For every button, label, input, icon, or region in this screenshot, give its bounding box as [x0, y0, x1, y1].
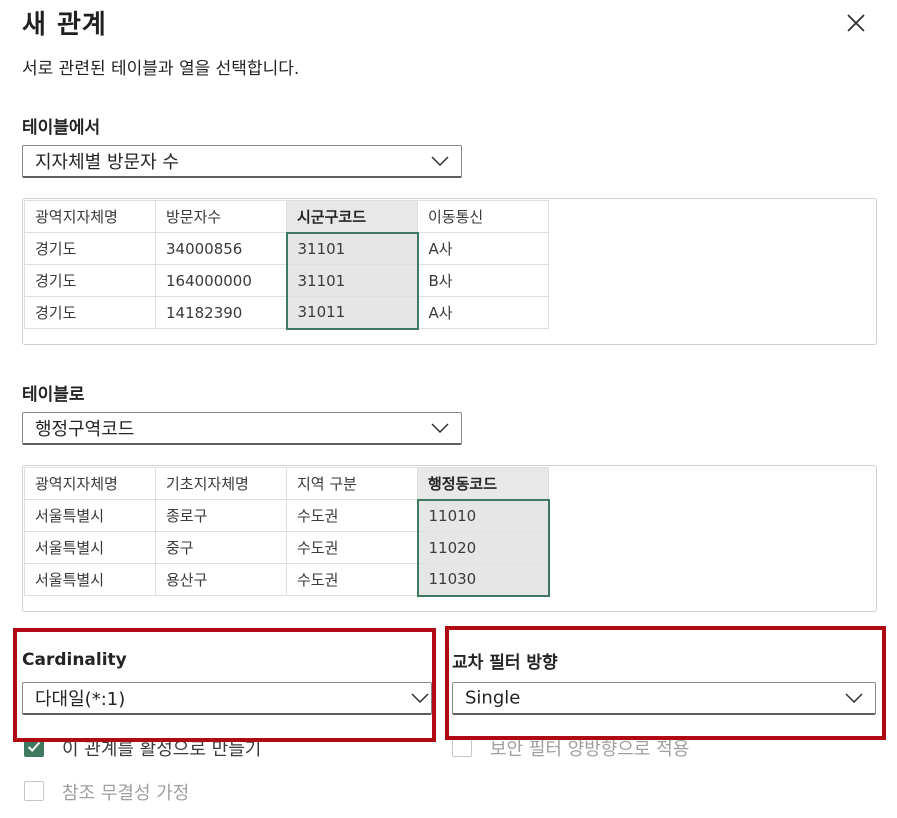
to-table-selected: 행정구역코드	[35, 419, 135, 440]
table-cell: 경기도	[24, 296, 156, 329]
from-table-label: 테이블에서	[22, 118, 101, 138]
table-cell: B사	[417, 264, 549, 297]
from-preview-table: 광역지자체명 방문자수 시군구코드 이동통신 경기도 34000856 3110…	[24, 200, 549, 330]
from-table-dropdown[interactable]: 지자체별 방문자 수	[22, 145, 462, 178]
table-cell: 용산구	[155, 563, 287, 596]
chevron-down-icon	[431, 156, 449, 166]
to-table-dropdown[interactable]: 행정구역코드	[22, 412, 462, 445]
chevron-down-icon	[431, 423, 449, 433]
column-header[interactable]: 지역 구분	[286, 467, 418, 500]
table-cell: A사	[417, 296, 549, 329]
table-cell-selected: 11030	[416, 563, 550, 597]
table-cell: 서울특별시	[24, 499, 156, 532]
from-table-selected: 지자체별 방문자 수	[35, 152, 179, 173]
header-row: 광역지자체명 방문자수 시군구코드 이동통신	[24, 200, 549, 233]
assume-integrity-label: 참조 무결성 가정	[62, 783, 190, 804]
column-header[interactable]: 광역지자체명	[24, 467, 156, 500]
table-cell: 34000856	[155, 232, 287, 265]
from-table-preview: 광역지자체명 방문자수 시군구코드 이동통신 경기도 34000856 3110…	[22, 198, 877, 345]
assume-integrity-checkbox[interactable]	[24, 781, 44, 801]
table-cell-selected: 11020	[416, 531, 550, 564]
column-header-selected[interactable]: 시군구코드	[286, 200, 418, 233]
cross-filter-dropdown[interactable]: Single	[452, 682, 876, 715]
column-header[interactable]: 기초지자체명	[155, 467, 287, 500]
table-row: 서울특별시 중구 수도권 11020	[24, 531, 550, 564]
table-cell-selected: 11010	[416, 498, 550, 532]
chevron-down-icon	[845, 693, 863, 703]
column-header[interactable]: 광역지자체명	[24, 200, 156, 233]
table-row: 경기도 34000856 31101 A사	[24, 231, 549, 265]
table-cell-selected: 31011	[285, 296, 419, 330]
table-cell: 중구	[155, 531, 287, 564]
close-icon[interactable]	[843, 10, 869, 36]
to-table-preview: 광역지자체명 기초지자체명 지역 구분 행정동코드 서울특별시 종로구 수도권 …	[22, 465, 877, 612]
dialog-title: 새 관계	[22, 10, 107, 40]
table-cell-selected: 31101	[285, 231, 419, 265]
table-cell: 경기도	[24, 232, 156, 265]
table-cell: 서울특별시	[24, 531, 156, 564]
header-row: 광역지자체명 기초지자체명 지역 구분 행정동코드	[24, 467, 549, 500]
table-cell: 수도권	[286, 499, 418, 532]
table-row: 서울특별시 용산구 수도권 11030	[24, 563, 550, 597]
to-table-label: 테이블로	[22, 385, 85, 405]
table-row: 경기도 14182390 31011 A사	[24, 296, 549, 330]
table-cell-selected: 31101	[285, 264, 419, 297]
column-header[interactable]: 이동통신	[417, 200, 549, 233]
to-preview-table: 광역지자체명 기초지자체명 지역 구분 행정동코드 서울특별시 종로구 수도권 …	[24, 467, 550, 597]
cross-filter-selected: Single	[465, 687, 521, 709]
table-cell: 수도권	[286, 563, 418, 596]
chevron-down-icon	[411, 693, 429, 703]
dialog-subtitle: 서로 관련된 테이블과 열을 선택합니다.	[22, 59, 300, 79]
table-cell: 경기도	[24, 264, 156, 297]
table-cell: 종로구	[155, 499, 287, 532]
table-cell: 서울특별시	[24, 563, 156, 596]
table-cell: 164000000	[155, 264, 287, 297]
security-filter-checkbox[interactable]	[452, 737, 472, 757]
table-cell: 수도권	[286, 531, 418, 564]
cross-filter-label: 교차 필터 방향	[452, 653, 558, 673]
table-cell: 14182390	[155, 296, 287, 329]
column-header[interactable]: 방문자수	[155, 200, 287, 233]
table-cell: A사	[417, 232, 549, 265]
table-row: 경기도 164000000 31101 B사	[24, 264, 549, 297]
cardinality-selected: 다대일(*:1)	[35, 689, 126, 710]
cardinality-dropdown[interactable]: 다대일(*:1)	[22, 682, 432, 715]
cardinality-label: Cardinality	[22, 650, 127, 670]
table-row: 서울특별시 종로구 수도권 11010	[24, 498, 550, 532]
column-header-selected[interactable]: 행정동코드	[417, 467, 549, 500]
